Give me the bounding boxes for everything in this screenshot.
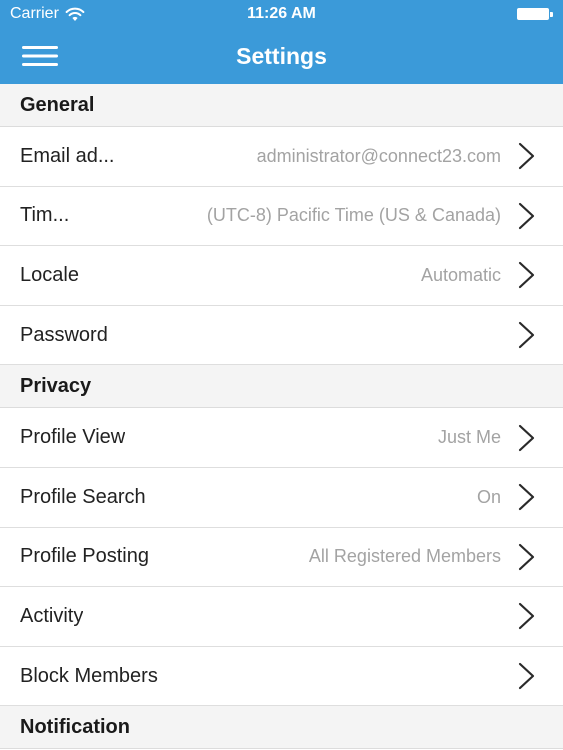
chevron-right-icon — [518, 484, 535, 511]
row-value: Automatic — [420, 264, 501, 285]
settings-row-profile-posting[interactable]: Profile Posting All Registered Members — [0, 527, 563, 588]
chevron-right-icon — [518, 543, 535, 570]
chevron-right-icon — [518, 662, 535, 690]
row-label: Activity — [20, 604, 84, 627]
row-label: Password — [20, 323, 108, 346]
chevron-right-icon — [518, 143, 535, 170]
chevron-right-icon — [518, 603, 535, 630]
top-bar: Carrier 11:26 AM Settings — [0, 0, 563, 84]
settings-row-activity[interactable]: Activity — [0, 587, 563, 647]
nav-bar: Settings — [0, 28, 563, 84]
row-label: Email ad... — [20, 144, 115, 167]
row-value: All Registered Members — [308, 546, 501, 567]
settings-row-password[interactable]: Password — [0, 305, 563, 366]
row-value: administrator@connect23.com — [256, 145, 501, 166]
chevron-right-icon — [518, 202, 535, 229]
status-time: 11:26 AM — [247, 5, 316, 22]
chevron-right-icon — [518, 262, 535, 289]
row-label: Locale — [20, 263, 79, 286]
settings-row-locale[interactable]: Locale Automatic — [0, 246, 563, 306]
section-header-privacy: Privacy — [0, 365, 563, 409]
section-header-notification: Notification — [0, 706, 563, 750]
settings-row-block-members[interactable]: Block Members — [0, 646, 563, 707]
section-header-general: General — [0, 84, 563, 127]
row-label: Block Members — [20, 664, 158, 687]
row-label: Profile View — [20, 426, 126, 449]
chevron-right-icon — [518, 424, 535, 451]
status-bar: Carrier 11:26 AM — [0, 0, 563, 28]
settings-row-profile-view[interactable]: Profile View Just Me — [0, 408, 563, 468]
row-value: (UTC-8) Pacific Time (US & Canada) — [206, 205, 501, 226]
settings-row-email[interactable]: Email ad... administrator@connect23.com — [0, 127, 563, 187]
settings-screen: Carrier 11:26 AM Settings General Email … — [0, 0, 563, 750]
battery-icon — [517, 8, 553, 20]
row-label: Profile Search — [20, 485, 146, 508]
chevron-right-icon — [518, 321, 535, 349]
page-title: Settings — [236, 43, 327, 69]
row-value: On — [476, 486, 501, 507]
settings-row-timezone[interactable]: Tim... (UTC-8) Pacific Time (US & Canada… — [0, 186, 563, 247]
row-value: Just Me — [437, 427, 501, 448]
hamburger-menu-icon[interactable] — [22, 42, 58, 70]
row-label: Profile Posting — [20, 545, 149, 568]
row-label: Tim... — [20, 204, 70, 227]
settings-row-profile-search[interactable]: Profile Search On — [0, 467, 563, 528]
